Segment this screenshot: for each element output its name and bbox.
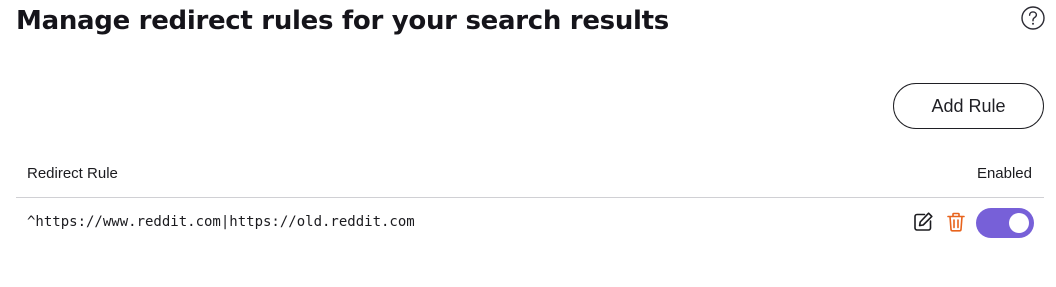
help-icon[interactable] [1020, 5, 1046, 31]
add-rule-button[interactable]: Add Rule [893, 83, 1044, 129]
column-header-enabled: Enabled [976, 165, 1032, 182]
edit-icon[interactable] [911, 210, 935, 234]
table-row: ^https://www.reddit.com|https://old.redd… [16, 199, 1044, 247]
enabled-toggle[interactable] [976, 208, 1034, 238]
toggle-knob [1009, 213, 1029, 233]
column-header-redirect-rule: Redirect Rule [27, 165, 118, 182]
page-title: Manage redirect rules for your search re… [16, 6, 669, 36]
table-header: Redirect Rule Enabled [16, 160, 1044, 198]
redirect-rule-text: ^https://www.reddit.com|https://old.redd… [27, 214, 415, 230]
trash-icon[interactable] [944, 210, 968, 234]
